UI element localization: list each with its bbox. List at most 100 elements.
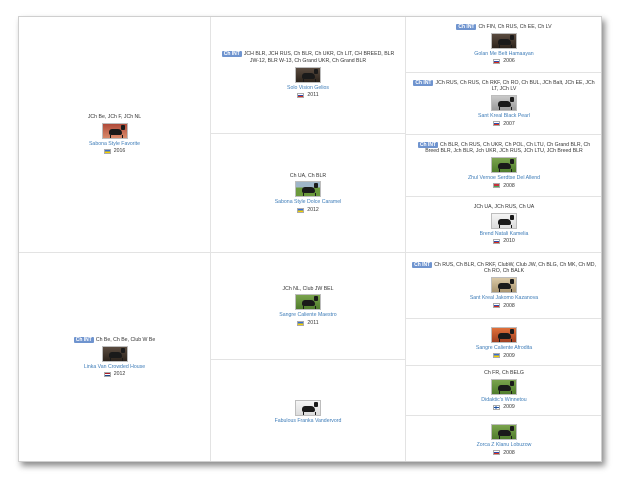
dog-meta: 2010 <box>493 238 515 245</box>
dog-photo[interactable] <box>491 326 517 343</box>
birth-year: 2011 <box>307 319 319 326</box>
birth-year: 2012 <box>307 206 319 213</box>
dog-meta: 2012 <box>297 207 319 214</box>
dog-meta: 2012 <box>103 371 125 378</box>
dog-titles: Ch INT Ch FIN, Ch RUS, Ch EE, Ch LV <box>456 24 552 31</box>
dog-name-link[interactable]: Golan Me Belt Hamaayan <box>474 51 533 58</box>
dog-name-link[interactable]: Zorca Z Klanu Lobuzow <box>477 442 532 449</box>
pedigree-cell: Zorca Z Klanu Lobuzow 2008 <box>406 416 601 461</box>
dog-photo[interactable] <box>491 423 517 440</box>
country-flag-icon <box>493 183 501 189</box>
birth-year: 2011 <box>307 92 319 99</box>
dog-titles: JCh NL, Club JW BEL <box>282 286 333 293</box>
titles-text: JCh UA, JCh RUS, Ch UA <box>473 204 535 211</box>
pedigree-cell: Ch UA, Ch BLR Sabona Style Dolce Caramel 2… <box>211 134 406 253</box>
dog-name-link[interactable]: Sabona Style Favorite <box>89 141 140 148</box>
titles-text: Ch UA, Ch BLR <box>289 172 327 179</box>
dog-name-link[interactable]: Sabona Style Dolce Caramel <box>275 199 342 206</box>
country-flag-icon <box>297 92 305 98</box>
dog-name-link[interactable]: Didaktic's Winnetou <box>481 397 526 404</box>
dog-name-link[interactable]: Sant Kreal Black Pearl <box>478 113 530 120</box>
pedigree-cell: JCh NL, Club JW BEL Sangre Caliente Maest… <box>211 253 406 360</box>
birth-year: 2007 <box>503 120 515 127</box>
dog-photo[interactable] <box>491 32 517 49</box>
dog-photo[interactable] <box>101 122 128 139</box>
dog-name-link[interactable]: Zhul Vernoe Serdtse Del Allend <box>468 175 540 182</box>
dog-photo[interactable] <box>295 294 321 311</box>
country-flag-icon <box>297 207 305 213</box>
dog-silhouette-icon <box>302 68 318 82</box>
ch-int-badge: Ch INT <box>412 261 433 268</box>
dog-titles: Ch INT Ch BLR, Ch RUS, Ch UKR, Ch POL, Ch… <box>412 141 596 155</box>
birth-year: 2009 <box>503 404 515 411</box>
dog-silhouette-icon <box>498 159 514 172</box>
pedigree-cell: Ch INT Ch FIN, Ch RUS, Ch EE, Ch LV Golan … <box>406 17 601 73</box>
birth-year: 2016 <box>113 148 126 155</box>
birth-year: 2008 <box>503 182 515 189</box>
dog-name-link[interactable]: Sangre Caliente Maestro <box>279 312 336 319</box>
titles-text: Ch BLR, Ch RUS, Ch UKR, Ch POL, Ch LTU, … <box>425 141 591 155</box>
dog-photo[interactable] <box>491 95 517 111</box>
dog-titles: Ch UA, Ch BLR <box>290 173 326 180</box>
dog-titles: JCh UA, JCh RUS, Ch UA <box>474 204 535 211</box>
dog-photo[interactable] <box>491 277 517 293</box>
dog-name-link[interactable]: Brend Natali Kamelia <box>480 231 529 238</box>
dog-photo[interactable] <box>491 157 517 173</box>
dog-name-link[interactable]: Linka Van Crowded House <box>84 364 145 371</box>
country-flag-icon <box>493 59 501 65</box>
dog-titles: JCh Be, JCh F, JCh NL <box>88 114 141 121</box>
dog-meta: 2006 <box>493 58 515 65</box>
country-flag-icon <box>493 303 501 309</box>
country-flag-icon <box>103 149 111 155</box>
pedigree-cell: Ch INT Ch BLR, Ch RUS, Ch UKR, Ch POL, Ch… <box>406 135 601 197</box>
birth-year: 2010 <box>503 238 515 245</box>
dog-name-link[interactable]: Sangre Caliente Afrodita <box>476 345 532 352</box>
titles-text: Ch RUS, Ch BLR, Ch RKF, ClubW, Club JW, … <box>434 261 596 275</box>
dog-titles: Ch INT Ch RUS, Ch BLR, Ch RKF, ClubW, Clu… <box>412 261 596 275</box>
country-flag-icon <box>297 320 305 326</box>
dog-meta: 2008 <box>493 303 515 310</box>
titles-text: Ch Be, Ch Be, Club W Be <box>95 337 156 344</box>
country-flag-icon <box>493 239 501 245</box>
dog-titles: Ch FR, Ch BELG <box>484 370 524 377</box>
ch-int-badge: Ch INT <box>456 24 477 31</box>
pedigree-cell: Ch INT JCH BLR, JCH RUS, Ch BLR, Ch UKR, … <box>211 17 406 134</box>
dog-titles: Ch INT JCH BLR, JCH RUS, Ch BLR, Ch UKR, … <box>217 51 399 64</box>
dog-silhouette-icon <box>498 34 514 48</box>
dog-photo[interactable] <box>295 66 321 83</box>
dog-titles: Ch INT JCh RUS, Ch RUS, Ch RKF, Ch RO, Ch… <box>412 79 596 93</box>
dog-photo[interactable] <box>295 399 321 416</box>
dog-silhouette-icon <box>108 347 125 361</box>
dog-meta: 2011 <box>297 92 319 99</box>
titles-text: JCH BLR, JCH RUS, Ch BLR, Ch UKR, Ch LIT… <box>243 51 395 64</box>
dog-photo[interactable] <box>295 181 321 198</box>
dog-silhouette-icon <box>498 279 514 292</box>
pedigree-cell: Ch INT Ch Be, Ch Be, Club W Be Linka Van C… <box>19 253 211 461</box>
titles-text: JCh NL, Club JW BEL <box>282 285 334 292</box>
dog-silhouette-icon <box>498 97 514 110</box>
pedigree-cell: Fabulous Franka Vandervord <box>211 360 406 461</box>
dog-silhouette-icon <box>302 183 318 197</box>
birth-year: 2008 <box>503 302 515 309</box>
dog-meta: 2016 <box>103 148 126 155</box>
country-flag-icon <box>103 372 111 378</box>
titles-text: Ch FR, Ch BELG <box>484 370 524 377</box>
birth-year: 2006 <box>503 58 515 65</box>
dog-name-link[interactable]: Solo Vision Gelios <box>287 85 329 92</box>
pedigree-table: JCh Be, JCh F, JCh NL Sabona Style Favori… <box>18 16 602 462</box>
dog-photo[interactable] <box>491 378 517 395</box>
country-flag-icon <box>493 121 501 127</box>
dog-photo[interactable] <box>101 345 128 362</box>
country-flag-icon <box>493 405 501 411</box>
dog-name-link[interactable]: Fabulous Franka Vandervord <box>275 418 342 425</box>
dog-photo[interactable] <box>491 212 517 229</box>
ch-int-badge: Ch INT <box>413 79 434 86</box>
ch-int-badge: Ch INT <box>417 141 438 148</box>
pedigree-cell: JCh Be, JCh F, JCh NL Sabona Style Favori… <box>19 17 211 253</box>
dog-titles: Ch INT Ch Be, Ch Be, Club W Be <box>73 337 156 344</box>
dog-silhouette-icon <box>498 425 514 439</box>
dog-silhouette-icon <box>498 328 514 342</box>
ch-int-badge: Ch INT <box>221 51 242 58</box>
dog-meta: 2011 <box>297 319 319 327</box>
dog-name-link[interactable]: Sant Kreal Jakomo Kazanova <box>470 295 538 302</box>
